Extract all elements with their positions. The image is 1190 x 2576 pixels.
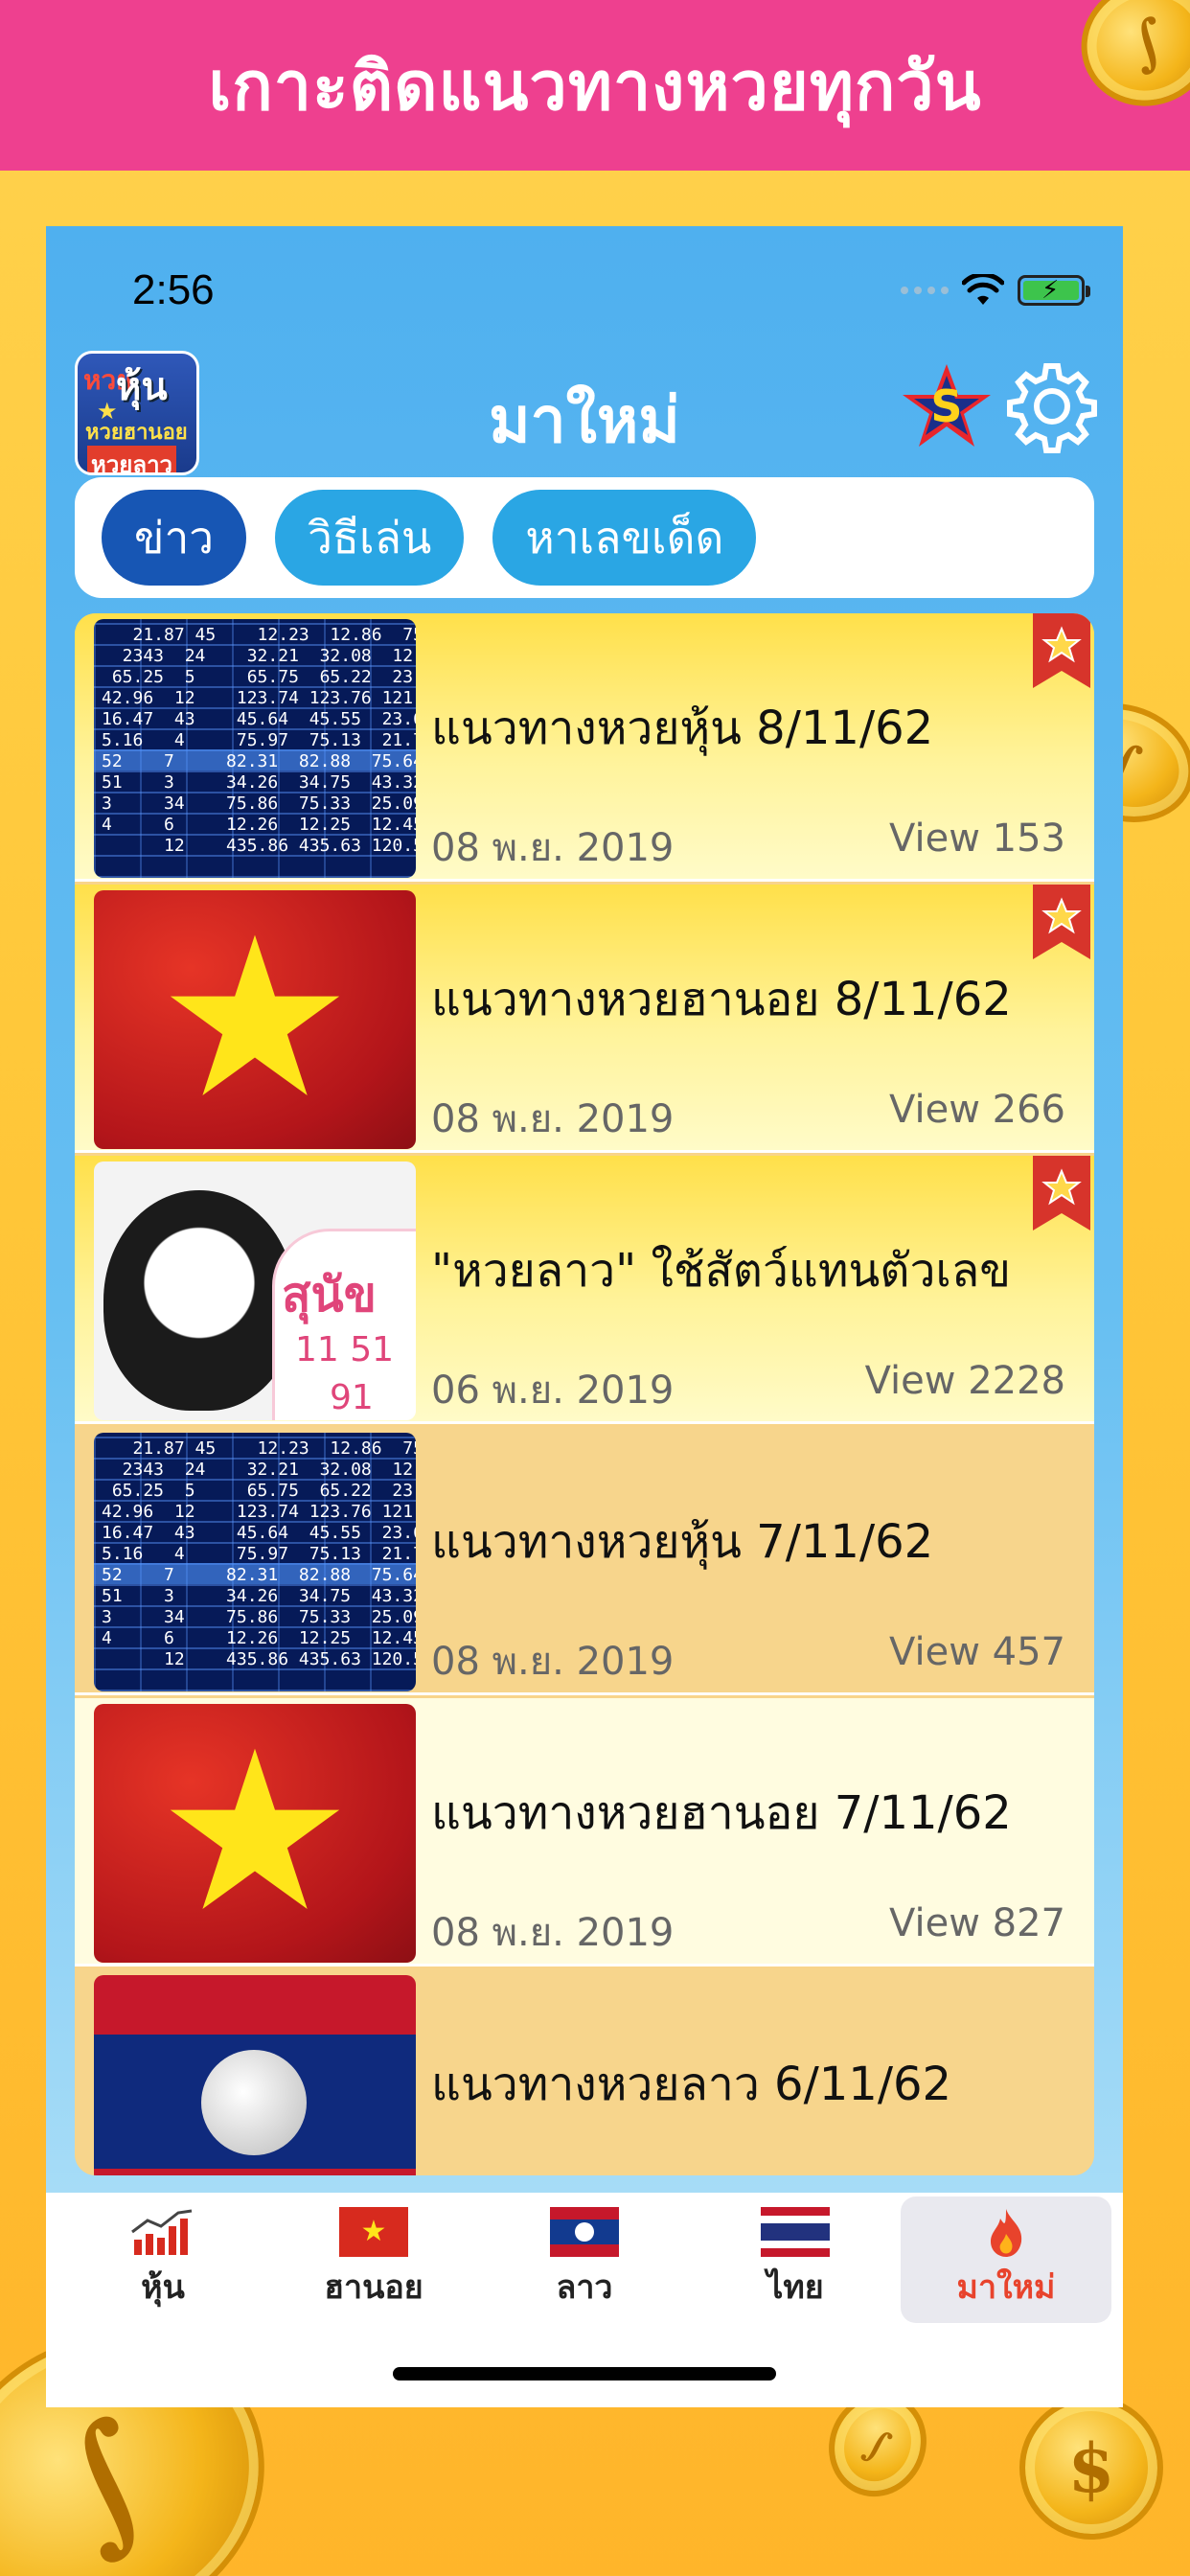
category-tabs: ข่าว วิธีเล่น หาเลขเด็ด — [75, 477, 1094, 598]
tab-label: ไทย — [767, 2268, 824, 2307]
tab-label: ลาว — [556, 2268, 613, 2307]
post-date: 08 พ.ย. 2019 — [431, 1911, 675, 1955]
list-item[interactable]: สุนัข 11 51 91 "หวยลาว" ใช้สัตว์แทนตัวเล… — [75, 1156, 1094, 1424]
tab-label: ฮานอย — [324, 2268, 423, 2307]
gear-icon[interactable] — [1004, 358, 1100, 454]
tab-hanoi[interactable]: ฮานอย — [268, 2193, 479, 2327]
tab-laos[interactable]: ลาว — [479, 2193, 690, 2327]
post-date: 08 พ.ย. 2019 — [431, 826, 675, 870]
list-item[interactable]: 21.87 45 12.23 12.86 75.21 2343 24 32.21… — [75, 613, 1094, 882]
battery-icon: ⚡ — [1018, 275, 1090, 306]
vietnam-flag-thumbnail: ★ — [94, 1704, 416, 1963]
bottom-tab-bar: หุ้น ฮานอย ลาว ไทย มาใหม่ — [46, 2193, 1123, 2327]
wifi-icon — [962, 274, 1004, 305]
post-date: 08 พ.ย. 2019 — [431, 1097, 675, 1141]
tab-stocks[interactable]: หุ้น — [57, 2193, 268, 2327]
banner-title: เกาะติดแนวทางหวยทุกวัน — [208, 46, 982, 126]
post-date: 08 พ.ย. 2019 — [431, 1640, 675, 1684]
stock-board-thumbnail: 21.87 45 12.23 12.86 75.21 2343 24 32.21… — [94, 619, 416, 878]
post-views: View 2228 — [864, 1359, 1065, 1403]
star-badge-icon[interactable]: S — [899, 358, 995, 454]
dog-thumbnail: สุนัข 11 51 91 — [94, 1162, 416, 1420]
post-views: View 266 — [889, 1088, 1065, 1132]
tab-label: หุ้น — [141, 2268, 185, 2307]
favorite-bookmark-icon[interactable] — [1033, 885, 1090, 959]
tab-lucky-numbers[interactable]: หาเลขเด็ด — [492, 490, 757, 586]
chart-icon — [131, 2209, 193, 2255]
post-title: แนวทางหวยลาว 6/11/62 — [431, 2058, 952, 2111]
tab-label: มาใหม่ — [956, 2268, 1056, 2307]
status-icons: ⚡ — [901, 274, 1090, 307]
laos-flag-thumbnail — [94, 1975, 416, 2175]
post-title: แนวทางหวยฮานอย 8/11/62 — [431, 973, 1012, 1026]
post-date: 06 พ.ย. 2019 — [431, 1368, 675, 1413]
list-item[interactable]: ★ แนวทางหวยฮานอย 7/11/62 08 พ.ย. 2019 Vi… — [75, 1698, 1094, 1966]
post-list: 21.87 45 12.23 12.86 75.21 2343 24 32.21… — [75, 613, 1094, 2175]
vietnam-flag-thumbnail: ★ — [94, 890, 416, 1149]
phone-screen: 2:56 ⚡ หวย หุ้น ★ หวยฮานอย หวยลาว มาใหม่… — [46, 226, 1123, 2407]
status-time: 2:56 — [132, 266, 215, 313]
promo-banner: เกาะติดแนวทางหวยทุกวัน — [0, 0, 1190, 171]
signal-dots-icon — [901, 287, 949, 294]
post-title: แนวทางหวยฮานอย 7/11/62 — [431, 1786, 1012, 1840]
post-views: View 827 — [889, 1901, 1065, 1945]
svg-text:S: S — [930, 380, 962, 432]
list-item[interactable]: ★ แนวทางหวยฮานอย 8/11/62 08 พ.ย. 2019 Vi… — [75, 885, 1094, 1153]
stock-board-thumbnail: 21.87 45 12.23 12.86 75.21 2343 24 32.21… — [94, 1433, 416, 1691]
post-title: แนวทางหวยหุ้น 8/11/62 — [431, 702, 934, 755]
status-bar: 2:56 ⚡ — [46, 226, 1123, 360]
tab-thai[interactable]: ไทย — [690, 2193, 901, 2327]
home-indicator[interactable] — [393, 2367, 776, 2380]
list-item[interactable]: แนวทางหวยลาว 6/11/62 — [75, 1969, 1094, 2175]
vietnam-flag-icon — [339, 2207, 408, 2257]
laos-flag-icon — [550, 2207, 619, 2257]
post-title: "หวยลาว" ใช้สัตว์แทนตัวเลข — [431, 1244, 1012, 1298]
tab-how-to-play[interactable]: วิธีเล่น — [275, 490, 465, 586]
tab-news[interactable]: ข่าว — [102, 490, 247, 586]
coin-decoration-bottom-right: $ — [1019, 2396, 1163, 2540]
post-title: แนวทางหวยหุ้น 7/11/62 — [431, 1515, 934, 1569]
tab-new[interactable]: มาใหม่ — [901, 2196, 1111, 2323]
post-views: View 153 — [889, 816, 1065, 861]
favorite-bookmark-icon[interactable] — [1033, 1156, 1090, 1230]
favorite-bookmark-icon[interactable] — [1033, 613, 1090, 688]
post-views: View 457 — [889, 1630, 1065, 1674]
list-item[interactable]: 21.87 45 12.23 12.86 75.21 2343 24 32.21… — [75, 1427, 1094, 1695]
app-header: หวย หุ้น ★ หวยฮานอย หวยลาว มาใหม่ S — [46, 351, 1123, 485]
thailand-flag-icon — [761, 2207, 830, 2257]
fire-icon — [991, 2209, 1022, 2257]
